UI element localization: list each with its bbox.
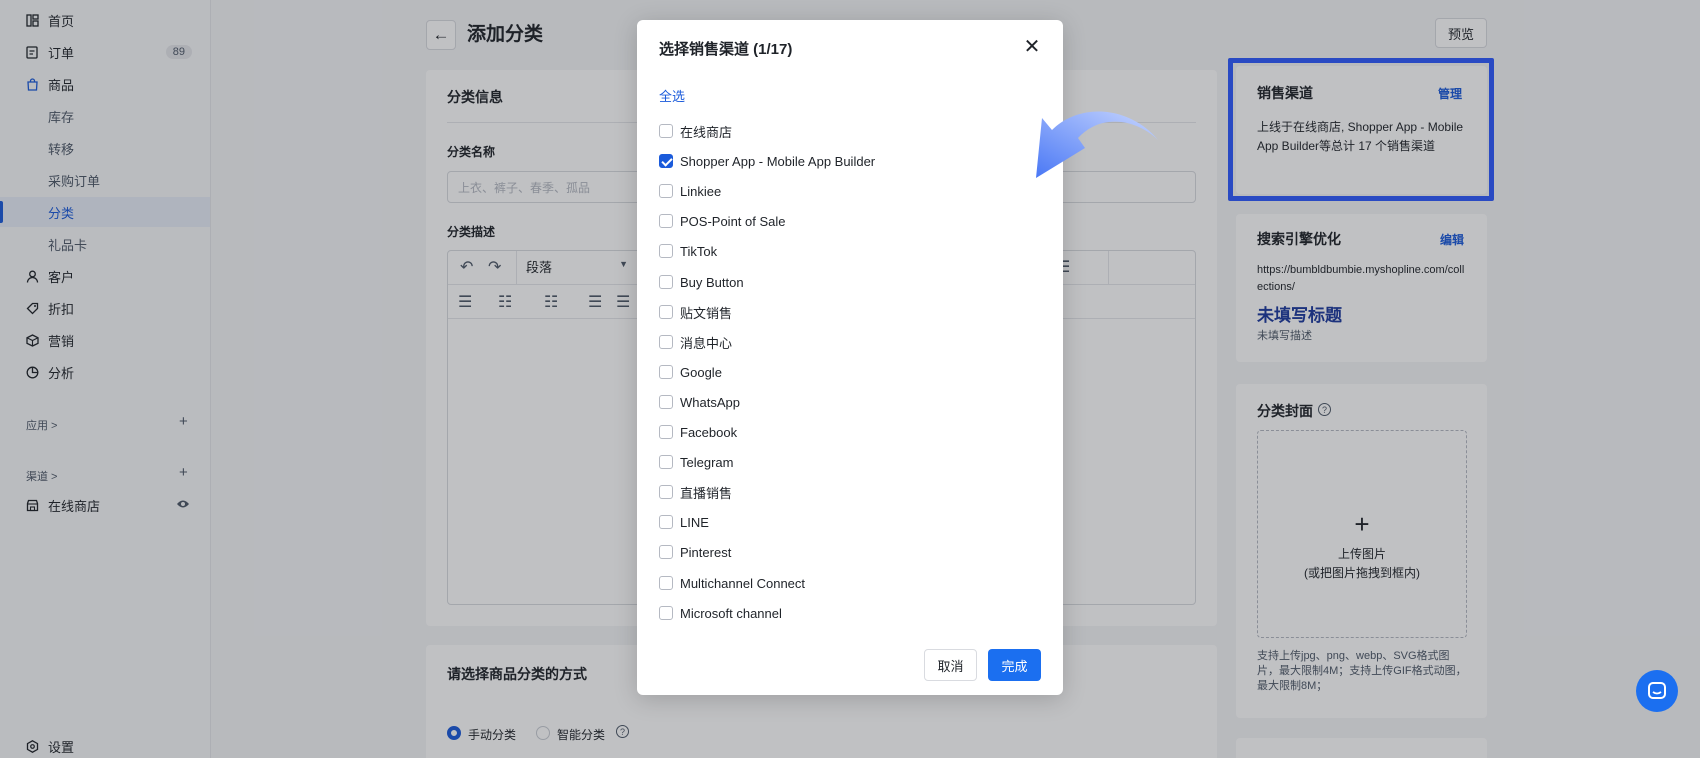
channel-checkbox[interactable] bbox=[659, 154, 673, 168]
channel-row[interactable]: 直播销售 bbox=[659, 482, 732, 502]
channel-checkbox[interactable] bbox=[659, 365, 673, 379]
channel-row[interactable]: LINE bbox=[659, 512, 709, 532]
done-button[interactable]: 完成 bbox=[988, 649, 1041, 681]
channel-label: Google bbox=[680, 364, 722, 380]
channel-checkbox[interactable] bbox=[659, 606, 673, 620]
channel-row[interactable]: Multichannel Connect bbox=[659, 573, 805, 593]
modal-title: 选择销售渠道 (1/17) bbox=[659, 41, 793, 58]
sales-channel-modal: 选择销售渠道 (1/17) ✕ 全选 在线商店 Shopper App - Mob… bbox=[637, 20, 1063, 695]
channel-row[interactable]: Microsoft channel bbox=[659, 603, 782, 623]
channel-checkbox[interactable] bbox=[659, 576, 673, 590]
channel-row[interactable]: 消息中心 bbox=[659, 332, 732, 352]
channel-label: 贴文销售 bbox=[680, 305, 733, 321]
channel-row[interactable]: Google bbox=[659, 362, 722, 382]
channel-checkbox[interactable] bbox=[659, 275, 673, 289]
channel-label: Microsoft channel bbox=[680, 605, 782, 621]
channel-checkbox[interactable] bbox=[659, 425, 673, 439]
channel-row[interactable]: 在线商店 bbox=[659, 121, 732, 141]
channel-checkbox[interactable] bbox=[659, 124, 673, 138]
channel-checkbox[interactable] bbox=[659, 305, 673, 319]
channel-label: 在线商店 bbox=[680, 124, 733, 140]
channel-row[interactable]: WhatsApp bbox=[659, 392, 740, 412]
channel-label: Buy Button bbox=[680, 274, 744, 290]
channel-label: Shopper App - Mobile App Builder bbox=[680, 153, 876, 169]
channel-label: 消息中心 bbox=[680, 335, 733, 351]
channel-checkbox[interactable] bbox=[659, 244, 673, 258]
chat-support-button[interactable] bbox=[1636, 670, 1678, 712]
channel-row[interactable]: Telegram bbox=[659, 452, 733, 472]
channel-row[interactable]: Buy Button bbox=[659, 272, 744, 292]
channel-row[interactable]: Facebook bbox=[659, 422, 737, 442]
channel-label: TikTok bbox=[680, 243, 718, 259]
channel-label: 直播销售 bbox=[680, 485, 733, 501]
channel-row[interactable]: 贴文销售 bbox=[659, 302, 732, 322]
channel-checkbox[interactable] bbox=[659, 485, 673, 499]
app-root: 首页 订单 89 商品 库存 转移 采购订单 分类 礼品卡 客户 折扣 营销 分… bbox=[0, 0, 1700, 758]
channel-checkbox[interactable] bbox=[659, 545, 673, 559]
channel-label: Multichannel Connect bbox=[680, 575, 806, 591]
annotation-arrow-icon bbox=[1036, 111, 1158, 178]
channel-row[interactable]: Linkiee bbox=[659, 181, 721, 201]
close-icon[interactable]: ✕ bbox=[1021, 35, 1043, 58]
channel-label: WhatsApp bbox=[680, 394, 740, 410]
channel-checkbox[interactable] bbox=[659, 515, 673, 529]
channel-label: POS-Point of Sale bbox=[680, 213, 786, 229]
channel-checkbox[interactable] bbox=[659, 214, 673, 228]
channel-checkbox[interactable] bbox=[659, 455, 673, 469]
channel-row[interactable]: TikTok bbox=[659, 241, 717, 261]
channel-checkbox[interactable] bbox=[659, 335, 673, 349]
channel-checkbox[interactable] bbox=[659, 184, 673, 198]
cancel-button[interactable]: 取消 bbox=[924, 649, 977, 681]
chat-icon bbox=[1648, 682, 1666, 699]
select-all-link[interactable]: 全选 bbox=[659, 86, 685, 105]
channel-label: LINE bbox=[680, 514, 709, 530]
channel-label: Pinterest bbox=[680, 544, 732, 560]
channel-row[interactable]: Pinterest bbox=[659, 542, 731, 562]
channel-label: Facebook bbox=[680, 424, 738, 440]
channel-row[interactable]: POS-Point of Sale bbox=[659, 211, 786, 231]
channel-row[interactable]: Shopper App - Mobile App Builder bbox=[659, 151, 875, 171]
channel-label: Telegram bbox=[680, 454, 734, 470]
channel-checkbox[interactable] bbox=[659, 395, 673, 409]
channel-label: Linkiee bbox=[680, 183, 722, 199]
